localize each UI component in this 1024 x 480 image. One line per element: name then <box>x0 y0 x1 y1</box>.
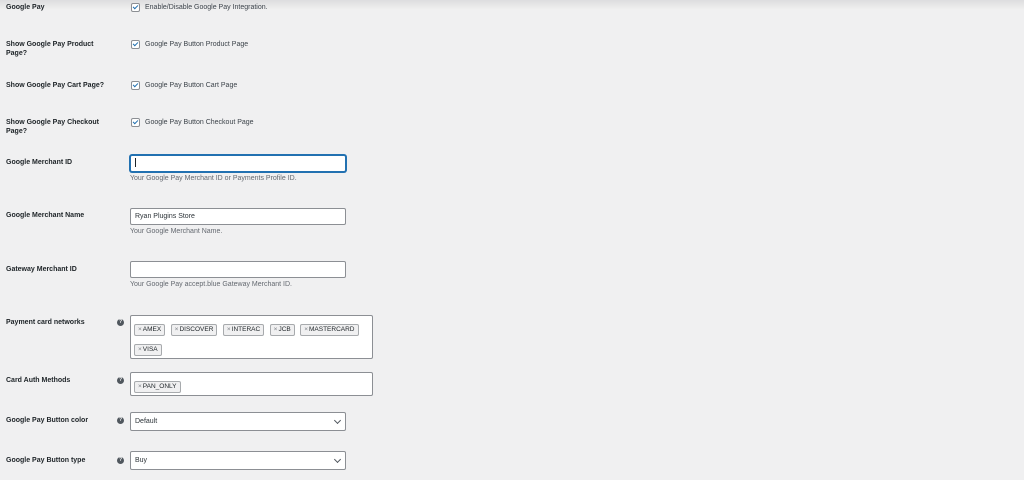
card-network-tag[interactable]: ×DISCOVER <box>170 324 218 336</box>
cart-page-checkbox-text: Google Pay Button Cart Page <box>145 82 238 89</box>
cart-page-checkbox[interactable] <box>131 81 140 90</box>
merchant-id-description: Your Google Pay Merchant ID or Payments … <box>130 175 297 182</box>
button-type-value: Buy <box>135 457 148 464</box>
gateway-merchant-id-description: Your Google Pay accept.blue Gateway Merc… <box>130 281 292 288</box>
checkout-page-label: Show Google Pay Checkout Page? <box>6 119 99 135</box>
merchant-name-description: Your Google Merchant Name. <box>130 228 223 235</box>
gateway-merchant-id-label: Gateway Merchant ID <box>6 266 77 273</box>
card-networks-select[interactable]: ×AMEX ×DISCOVER ×INTERAC ×JCB ×MASTERCAR… <box>130 315 373 359</box>
chevron-down-icon <box>333 416 342 425</box>
merchant-name-label: Google Merchant Name <box>6 212 85 219</box>
gateway-merchant-id-input[interactable] <box>130 261 346 278</box>
cart-page-label: Show Google Pay Cart Page? <box>6 82 105 89</box>
question-circle-icon[interactable]: ? <box>117 377 124 384</box>
remove-tag-icon[interactable]: × <box>274 326 278 333</box>
merchant-id-input[interactable] <box>130 155 346 172</box>
checkout-page-checkbox-text: Google Pay Button Checkout Page <box>145 119 254 126</box>
google-pay-option[interactable]: Enable/Disable Google Pay Integration. <box>131 3 268 12</box>
card-networks-label: Payment card networks <box>6 319 85 326</box>
product-page-checkbox-text: Google Pay Button Product Page <box>145 41 249 48</box>
product-page-option[interactable]: Google Pay Button Product Page <box>131 40 248 49</box>
card-network-tag[interactable]: ×MASTERCARD <box>300 324 359 336</box>
button-color-value: Default <box>135 418 158 425</box>
auth-methods-label: Card Auth Methods <box>6 377 71 384</box>
remove-tag-icon[interactable]: × <box>304 326 308 333</box>
remove-tag-icon[interactable]: × <box>227 326 231 333</box>
merchant-name-value: Ryan Plugins Store <box>135 213 195 220</box>
question-circle-icon[interactable]: ? <box>117 417 124 424</box>
question-circle-icon[interactable]: ? <box>117 319 124 326</box>
button-type-select[interactable]: Buy <box>130 451 346 470</box>
card-network-tag[interactable]: ×VISA <box>134 344 162 356</box>
chevron-down-icon <box>333 455 342 464</box>
google-pay-checkbox-text: Enable/Disable Google Pay Integration. <box>145 4 268 11</box>
google-pay-checkbox[interactable] <box>131 3 140 12</box>
card-network-tag[interactable]: ×JCB <box>269 324 295 336</box>
button-color-select[interactable]: Default <box>130 412 346 431</box>
merchant-name-input[interactable]: Ryan Plugins Store <box>130 208 346 225</box>
checkout-page-option[interactable]: Google Pay Button Checkout Page <box>131 118 254 127</box>
cart-page-option[interactable]: Google Pay Button Cart Page <box>131 81 237 90</box>
remove-tag-icon[interactable]: × <box>138 346 142 353</box>
google-pay-label: Google Pay <box>6 4 45 11</box>
card-network-tag[interactable]: ×AMEX <box>134 324 166 336</box>
remove-tag-icon[interactable]: × <box>138 383 142 390</box>
checkout-page-checkbox[interactable] <box>131 118 140 127</box>
product-page-checkbox[interactable] <box>131 40 140 49</box>
remove-tag-icon[interactable]: × <box>138 326 142 333</box>
question-circle-icon[interactable]: ? <box>117 457 124 464</box>
remove-tag-icon[interactable]: × <box>175 326 179 333</box>
auth-methods-select[interactable]: ×PAN_ONLY <box>130 372 373 396</box>
merchant-id-label: Google Merchant ID <box>6 159 73 166</box>
product-page-label: Show Google Pay Product Page? <box>6 41 94 57</box>
auth-method-tag[interactable]: ×PAN_ONLY <box>134 381 181 393</box>
card-network-tag[interactable]: ×INTERAC <box>222 324 265 336</box>
button-color-label: Google Pay Button color <box>6 417 89 424</box>
text-caret <box>135 157 136 167</box>
button-type-label: Google Pay Button type <box>6 457 86 464</box>
